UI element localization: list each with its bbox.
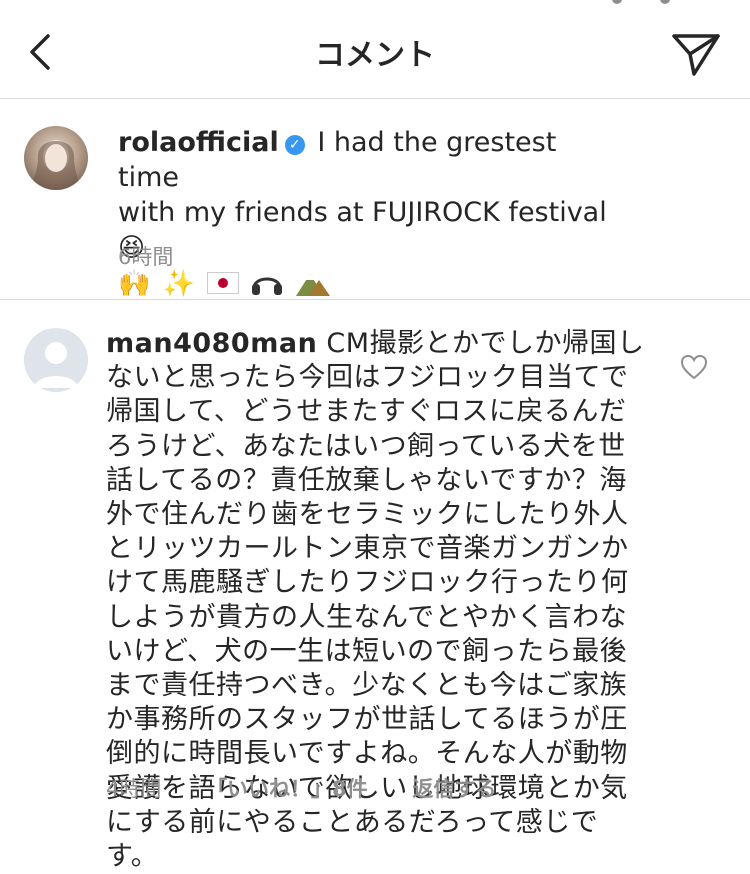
avatar-photo [30, 140, 82, 190]
caption-line-2: with my friends at FUJIROCK festival [118, 197, 607, 228]
avatar[interactable] [24, 328, 88, 392]
reply-button[interactable]: 返信する [412, 777, 496, 801]
likes-count[interactable]: 「いいね！」8件 [206, 777, 368, 801]
raised-hands-emoji-icon: 🙌 [118, 269, 153, 299]
share-button[interactable] [670, 28, 722, 80]
emoji-row: 🙌 ✨ [118, 269, 332, 299]
caption-text: rolaofficial ✓ I had the grestest time wi… [118, 125, 618, 302]
comment-username[interactable]: man4080man [106, 328, 317, 359]
post-caption: rolaofficial ✓ I had the grestest time wi… [0, 99, 750, 300]
verified-badge-icon: ✓ [284, 135, 305, 155]
heart-icon [680, 354, 708, 380]
page-title: コメント [315, 38, 435, 73]
avatar[interactable] [24, 126, 88, 190]
comment-meta: 4時間 「いいね！」8件 返信する [106, 773, 534, 803]
japan-flag-icon [207, 272, 240, 294]
mountain-icon [295, 274, 330, 296]
comment-item: man4080man CM撮影とかでしか帰国しないと思ったら今回はフジロック目当… [0, 300, 750, 872]
default-avatar-icon [34, 342, 78, 388]
paper-plane-icon [672, 34, 720, 76]
caption-timestamp: 6時間 [118, 245, 174, 269]
caption-username[interactable]: rolaofficial [118, 127, 279, 158]
top-nav-bar: コメント [0, 0, 750, 99]
sparkles-emoji-icon: ✨ [162, 269, 198, 299]
headphones-icon [251, 277, 282, 295]
like-button[interactable] [680, 354, 708, 380]
comment-timestamp: 4時間 [106, 777, 162, 801]
